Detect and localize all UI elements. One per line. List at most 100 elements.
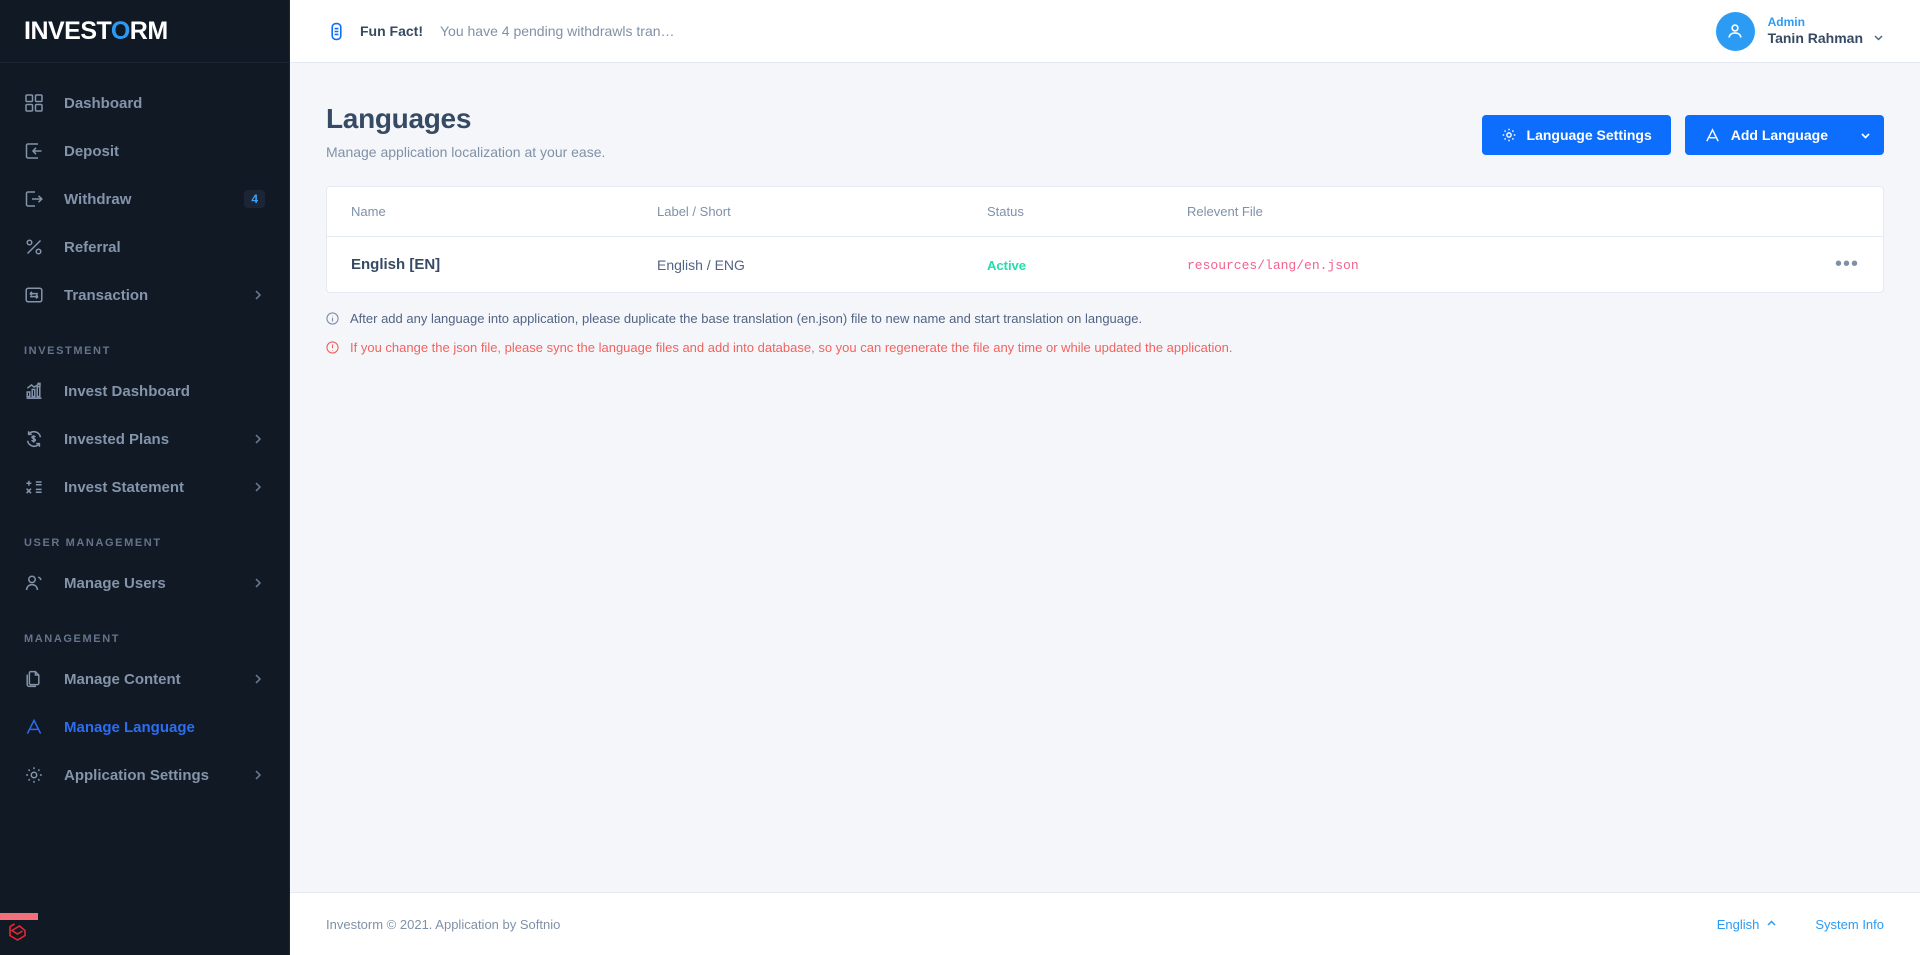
user-role: Admin [1767, 14, 1805, 29]
laravel-icon [0, 920, 38, 954]
column-header-status: Status [987, 187, 1187, 237]
sidebar-item-transaction[interactable]: Transaction [0, 271, 289, 319]
logo-part1: INVEST [24, 16, 111, 45]
sidebar-item-invest-statement[interactable]: Invest Statement [0, 463, 289, 511]
languages-table-card: Name Label / Short Status Relevent File … [326, 186, 1884, 293]
page-actions: Language Settings Add Language [1481, 103, 1884, 155]
sidebar-item-label: Invest Dashboard [64, 382, 190, 400]
main-area: Fun Fact! You have 4 pending withdrawls … [290, 0, 1920, 955]
debugbar-indicator[interactable] [0, 913, 38, 955]
sidebar-item-referral[interactable]: Referral [0, 223, 289, 271]
chevron-right-icon [251, 576, 265, 590]
add-language-button[interactable]: Add Language [1684, 115, 1884, 155]
app-root: INVESTORM Dashboard Deposit Withdraw 4 R… [0, 0, 1920, 955]
column-header-actions [1813, 187, 1883, 237]
math-icon [24, 476, 50, 498]
page-title: Languages [326, 103, 472, 134]
exchange-icon [24, 284, 50, 306]
table-header-row: Name Label / Short Status Relevent File [327, 187, 1883, 237]
sidebar-item-label: Transaction [64, 286, 149, 304]
topbar: Fun Fact! You have 4 pending withdrawls … [290, 0, 1920, 63]
sidebar-heading-management: MANAGEMENT [24, 633, 121, 645]
sidebar-item-withdraw[interactable]: Withdraw 4 [0, 175, 289, 223]
table-row[interactable]: English [EN] English / ENG Active resour… [327, 237, 1883, 293]
sidebar-item-label: Invest Statement [64, 478, 185, 496]
warning-circle-icon [326, 341, 340, 354]
chevron-right-icon [251, 432, 265, 446]
sidebar-item-label: Withdraw [64, 190, 132, 208]
add-language-label: Add Language [1730, 127, 1828, 143]
column-header-label: Label / Short [657, 187, 987, 237]
debugbar-stripe [0, 913, 38, 920]
sidebar-item-dashboard[interactable]: Dashboard [0, 79, 289, 127]
footer-language-selector[interactable]: English [1717, 917, 1778, 932]
withdraw-badge: 4 [244, 190, 265, 208]
chevron-up-icon [1766, 917, 1777, 932]
sidebar-item-deposit[interactable]: Deposit [0, 127, 289, 175]
withdraw-icon [24, 188, 50, 210]
sidebar-item-label: Invested Plans [64, 430, 170, 448]
users-icon [24, 572, 50, 594]
chevron-right-icon [251, 288, 265, 302]
logo-o: O [110, 16, 130, 45]
sidebar-item-label: Manage Language [64, 718, 195, 736]
footer-system-info-link[interactable]: System Info [1815, 917, 1884, 932]
avatar [1715, 11, 1755, 51]
refresh-dollar-icon [24, 428, 50, 450]
letter-a-icon [1704, 127, 1721, 144]
language-settings-button[interactable]: Language Settings [1481, 115, 1671, 155]
sidebar-item-label: Application Settings [64, 766, 210, 784]
status-badge: Active [987, 257, 1027, 273]
sidebar-item-label: Manage Users [64, 574, 166, 592]
languages-table: Name Label / Short Status Relevent File … [327, 187, 1883, 292]
sidebar-heading-investment: INVESTMENT [24, 345, 111, 357]
note-info-text: After add any language into application,… [350, 311, 1143, 326]
sidebar-item-label: Dashboard [64, 94, 143, 112]
table-body: English [EN] English / ENG Active resour… [327, 237, 1883, 293]
note-info: After add any language into application,… [326, 309, 1884, 329]
brand-logo[interactable]: INVESTORM [0, 0, 289, 63]
cell-label: English / ENG [657, 256, 745, 273]
chevron-right-icon [251, 480, 265, 494]
page-heading-block: Languages Manage application localizatio… [326, 103, 605, 160]
chevron-right-icon [251, 768, 265, 782]
sidebar: INVESTORM Dashboard Deposit Withdraw 4 R… [0, 0, 290, 955]
funfact-banner: Fun Fact! You have 4 pending withdrawls … [326, 21, 675, 42]
notes-section: After add any language into application,… [326, 309, 1884, 358]
user-name: Tanin Rahman [1767, 29, 1863, 46]
page-header: Languages Manage application localizatio… [326, 103, 1884, 160]
sidebar-item-invested-plans[interactable]: Invested Plans [0, 415, 289, 463]
note-warning-text: If you change the json file, please sync… [350, 340, 1233, 355]
sidebar-item-invest-dashboard[interactable]: Invest Dashboard [0, 367, 289, 415]
bar-chart-icon [24, 380, 50, 402]
sidebar-item-manage-language[interactable]: Manage Language [0, 703, 289, 751]
sidebar-heading-user-management: USER MANAGEMENT [24, 537, 162, 549]
logo-part2: RM [129, 16, 168, 45]
row-actions-menu-icon[interactable]: ••• [1835, 253, 1859, 275]
sidebar-item-manage-users[interactable]: Manage Users [0, 559, 289, 607]
user-menu[interactable]: Admin Tanin Rahman [1715, 11, 1884, 51]
sidebar-nav: Dashboard Deposit Withdraw 4 Referral Tr… [0, 63, 289, 799]
chevron-down-icon[interactable] [1873, 30, 1884, 48]
chevron-down-icon[interactable] [1846, 115, 1884, 155]
language-settings-label: Language Settings [1526, 127, 1652, 143]
cell-file-path: resources/lang/en.json [1187, 258, 1359, 273]
deposit-icon [24, 140, 50, 162]
column-header-file: Relevent File [1187, 187, 1813, 237]
letter-a-icon [24, 716, 50, 738]
sidebar-item-label: Referral [64, 238, 121, 256]
sidebar-item-label: Manage Content [64, 670, 181, 688]
page-subtitle: Manage application localization at your … [326, 144, 606, 160]
funfact-label: Fun Fact! [360, 23, 423, 39]
footer-links: English System Info [1717, 917, 1884, 932]
gear-icon [24, 764, 50, 786]
funfact-message: You have 4 pending withdrawls tran… [440, 23, 675, 39]
announcement-icon [326, 21, 347, 42]
footer-system-info-label: System Info [1815, 916, 1884, 932]
sidebar-item-application-settings[interactable]: Application Settings [0, 751, 289, 799]
cell-name: English [EN] [351, 256, 441, 273]
table-head: Name Label / Short Status Relevent File [327, 187, 1883, 237]
column-header-name: Name [327, 187, 657, 237]
footer-language-label: English [1716, 916, 1760, 932]
sidebar-item-manage-content[interactable]: Manage Content [0, 655, 289, 703]
